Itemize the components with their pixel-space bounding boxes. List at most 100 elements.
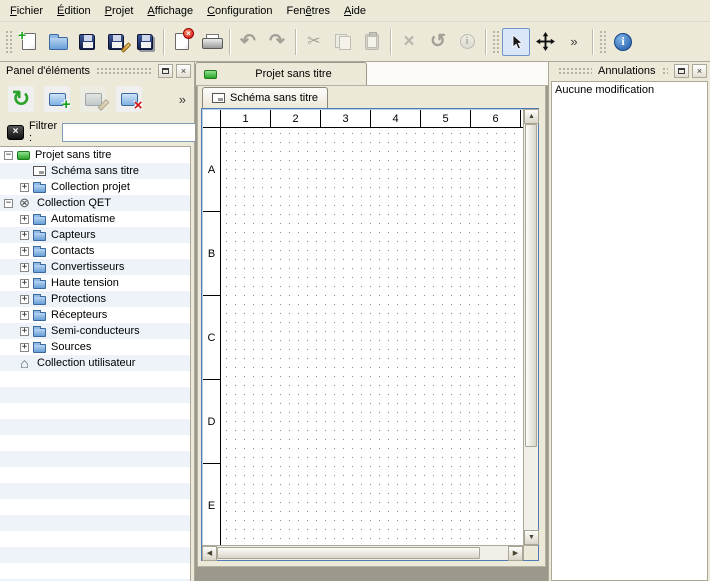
undo-button[interactable]: ↶ — [234, 28, 262, 56]
refresh-icon: ↻ — [12, 88, 30, 110]
save-button[interactable] — [73, 28, 101, 56]
tree-item-semi-conducteurs[interactable]: +Semi-conducteurs — [0, 323, 190, 339]
new-document-button[interactable]: + — [15, 28, 43, 56]
menu-configuration[interactable]: Configuration — [200, 1, 279, 21]
undock-panel-button[interactable] — [674, 64, 689, 78]
about-button[interactable]: i — [609, 28, 637, 56]
toolbar-grip[interactable] — [599, 30, 606, 54]
tree-item-haute-tension[interactable]: +Haute tension — [0, 275, 190, 291]
menu-projet[interactable]: Projet — [98, 1, 141, 21]
dock-grip[interactable] — [96, 67, 152, 75]
folder-icon — [33, 216, 46, 225]
cut-button[interactable]: ✂ — [300, 28, 328, 56]
expand-icon[interactable]: + — [20, 311, 29, 320]
tab-schema-sans-titre[interactable]: Schéma sans titre — [202, 87, 328, 108]
dock-grip[interactable] — [662, 67, 669, 75]
close-file-button[interactable]: × — [168, 28, 196, 56]
about-icon: i — [614, 33, 632, 51]
close-panel-button[interactable]: × — [176, 64, 191, 78]
panel-overflow-button[interactable]: » — [179, 92, 186, 107]
scroll-right-button[interactable]: ▶ — [508, 546, 523, 561]
pencil-icon — [121, 42, 132, 53]
tab-projet-sans-titre[interactable]: Projet sans titre — [195, 62, 367, 85]
close-panel-button[interactable]: × — [692, 64, 707, 78]
tree-item-sources[interactable]: +Sources — [0, 339, 190, 355]
print-button[interactable] — [197, 28, 225, 56]
new-document-icon: + — [22, 33, 36, 50]
expand-icon[interactable]: + — [20, 215, 29, 224]
column-header-3: 3 — [321, 110, 371, 127]
dock-grip[interactable] — [558, 67, 592, 75]
vertical-scrollbar[interactable]: ▲ ▼ — [523, 109, 538, 545]
tree-item-schema-sans-titre[interactable]: Schéma sans titre — [0, 163, 190, 179]
reload-collections-button[interactable]: ↻ — [8, 86, 34, 112]
edit-element-button[interactable] — [80, 86, 106, 112]
tree-item-convertisseurs[interactable]: +Convertisseurs — [0, 259, 190, 275]
tree-item-collection-qet[interactable]: −⊗Collection QET — [0, 195, 190, 211]
collapse-icon[interactable]: − — [4, 199, 13, 208]
paste-button[interactable] — [358, 28, 386, 56]
copy-button[interactable] — [329, 28, 357, 56]
toolbar-separator — [229, 29, 230, 55]
undo-panel-titlebar[interactable]: Annulations × — [549, 62, 710, 80]
collections-tree[interactable]: −Projet sans titreSchéma sans titre+Coll… — [0, 146, 191, 581]
undo-history-list[interactable]: Aucune modification — [551, 81, 708, 581]
toolbar-grip[interactable] — [492, 30, 499, 54]
expand-icon[interactable]: + — [20, 343, 29, 352]
horizontal-scroll-thumb[interactable] — [217, 547, 480, 559]
scroll-up-button[interactable]: ▲ — [524, 109, 539, 124]
elements-panel-titlebar[interactable]: Panel d'éléments × — [0, 62, 194, 80]
delete-element-button[interactable]: × — [116, 86, 142, 112]
delete-button[interactable]: × — [395, 28, 423, 56]
vertical-scroll-thumb[interactable] — [525, 124, 537, 447]
schema-canvas[interactable] — [222, 129, 523, 545]
undock-panel-button[interactable] — [158, 64, 173, 78]
save-as-button[interactable] — [102, 28, 130, 56]
diagram-info-button[interactable]: i — [453, 28, 481, 56]
row-header-E: E — [203, 464, 220, 545]
rotate-button[interactable]: ↺ — [424, 28, 452, 56]
menu-aide[interactable]: Aide — [337, 1, 373, 21]
new-element-button[interactable]: + — [44, 86, 70, 112]
menu-affichage[interactable]: Affichage — [140, 1, 200, 21]
folder-icon — [33, 280, 46, 289]
pan-mode-button[interactable] — [531, 28, 559, 56]
clear-filter-button[interactable]: × — [7, 125, 24, 140]
column-header-2: 2 — [271, 110, 321, 127]
row-header-B: B — [203, 212, 220, 296]
menubar: FichierÉditionProjetAffichageConfigurati… — [0, 0, 710, 22]
tree-item-collection-utilisateur[interactable]: ⌂Collection utilisateur — [0, 355, 190, 371]
scroll-down-button[interactable]: ▼ — [524, 530, 539, 545]
tree-item-recepteurs[interactable]: +Récepteurs — [0, 307, 190, 323]
horizontal-scrollbar[interactable]: ◀ ▶ — [202, 545, 523, 560]
tree-item-capteurs[interactable]: +Capteurs — [0, 227, 190, 243]
select-mode-button[interactable] — [502, 28, 530, 56]
expand-icon[interactable]: + — [20, 279, 29, 288]
expand-icon[interactable]: + — [20, 183, 29, 192]
menu-fichier[interactable]: Fichier — [3, 1, 50, 21]
save-as-icon — [108, 34, 124, 50]
toolbar-overflow-button[interactable]: » — [560, 28, 588, 56]
tree-item-contacts[interactable]: +Contacts — [0, 243, 190, 259]
expand-icon[interactable]: + — [20, 327, 29, 336]
toolbar-separator — [592, 29, 593, 55]
tree-item-projet-sans-titre[interactable]: −Projet sans titre — [0, 147, 190, 163]
tree-item-protections[interactable]: +Protections — [0, 291, 190, 307]
scroll-left-button[interactable]: ◀ — [202, 546, 217, 561]
expand-icon[interactable]: + — [20, 247, 29, 256]
expand-icon[interactable]: + — [20, 295, 29, 304]
filter-input[interactable] — [62, 123, 212, 142]
open-document-button[interactable] — [44, 28, 72, 56]
tree-item-collection-projet[interactable]: +Collection projet — [0, 179, 190, 195]
info-icon: i — [460, 34, 475, 49]
expand-icon[interactable]: + — [20, 231, 29, 240]
toolbar-grip[interactable] — [5, 30, 12, 54]
menu-fenetres[interactable]: Fenêtres — [280, 1, 337, 21]
tree-item-automatisme[interactable]: +Automatisme — [0, 211, 190, 227]
row-header-A: A — [203, 128, 220, 212]
menu-edition[interactable]: Édition — [50, 1, 98, 21]
redo-button[interactable]: ↷ — [263, 28, 291, 56]
save-all-button[interactable] — [131, 28, 159, 56]
expand-icon[interactable]: + — [20, 263, 29, 272]
collapse-icon[interactable]: − — [4, 151, 13, 160]
